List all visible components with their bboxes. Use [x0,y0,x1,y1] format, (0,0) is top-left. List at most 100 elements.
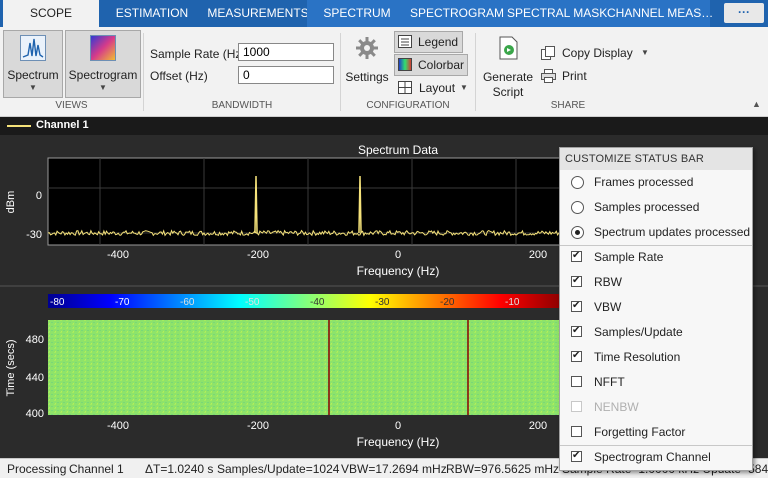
spectrogram-icon [90,35,116,61]
checkbox-label: NFFT [594,375,625,389]
spectrogram-view-button[interactable]: Spectrogram ▼ [65,30,141,98]
customize-status-bar-menu: CUSTOMIZE STATUS BAR Frames processed Sa… [559,147,753,471]
settings-button[interactable]: Settings [343,30,391,96]
colorbar-tick-label: -60 [180,297,195,308]
tab-spectral-mask[interactable]: SPECTRAL MASK [507,0,607,27]
tab-spectrum[interactable]: SPECTRUM [307,0,407,27]
views-group-label: VIEWS [55,100,88,111]
bandwidth-group-label: BANDWIDTH [211,100,273,111]
generate-script-button[interactable]: Generate Script [480,30,536,99]
checkbox[interactable] [571,319,582,343]
sample-rate-input[interactable] [238,43,334,61]
status-state: Processing [7,462,67,476]
radio-button[interactable] [571,201,584,214]
radio-label: Frames processed [594,175,694,189]
checkbox[interactable] [571,269,582,293]
sample-rate-label: Sample Rate (Hz) [150,47,246,61]
colorbar-tick-label: -10 [505,297,520,308]
legend-icon [398,35,412,48]
colorbar-tick-label: -70 [115,297,130,308]
radio-label: Spectrum updates processed [594,225,751,239]
checkbox[interactable] [571,344,582,368]
colorbar-tick-label: -40 [310,297,325,308]
popup-title: CUSTOMIZE STATUS BAR [560,148,752,170]
chevron-down-icon: ▼ [641,48,649,57]
radio-button[interactable] [571,226,584,239]
checkbox[interactable] [571,294,582,318]
radio-samples-processed[interactable]: Samples processed [560,195,752,220]
channel-legend-label[interactable]: Channel 1 [36,119,89,131]
checkbox-label: Spectrogram Channel [594,450,711,464]
check-sample-rate[interactable]: Sample Rate [560,244,752,270]
toolstrip-ribbon: Spectrum ▼ Spectrogram ▼ VIEWS Sample Ra… [0,27,768,117]
generate-script-icon [499,36,518,60]
spectrum-ytick: -30 [26,229,42,241]
spectrum-xtick: 200 [529,249,547,261]
radio-frames-processed[interactable]: Frames processed [560,170,752,195]
spectrum-xtick: -400 [107,249,129,261]
toolstrip-tabs: SCOPE ESTIMATION MEASUREMENTS SPECTRUM S… [0,0,768,27]
tab-measurements[interactable]: MEASUREMENTS [203,0,313,27]
check-samples-update[interactable]: Samples/Update [560,319,752,345]
checkbox[interactable] [571,376,582,387]
chevron-down-icon: ▼ [460,83,468,92]
checkbox-label: Forgetting Factor [594,425,686,439]
checkbox-label: Samples/Update [594,325,683,339]
checkbox [571,401,582,412]
check-nfft[interactable]: NFFT [560,370,752,395]
checkbox-label: NENBW [594,400,639,414]
check-time-resolution[interactable]: Time Resolution [560,344,752,370]
checkbox-label: VBW [594,300,622,314]
check-forgetting-factor[interactable]: Forgetting Factor [560,420,752,445]
status-samples-update: Samples/Update=1024 [217,462,340,476]
settings-label: Settings [345,70,389,84]
colorbar-tick-label: -20 [440,297,455,308]
checkbox[interactable] [571,244,582,268]
copy-display-button[interactable]: Copy Display ▼ [540,43,655,63]
checkbox[interactable] [571,426,582,437]
radio-label: Samples processed [594,200,700,214]
offset-input[interactable] [238,66,334,84]
check-vbw[interactable]: VBW [560,294,752,320]
print-label: Print [562,69,587,83]
colorbar-label: Colorbar [418,58,465,72]
tab-channel-measurements[interactable]: CHANNEL MEAS… [607,0,713,27]
legend-label: Legend [418,35,459,49]
radio-spectrum-updates-processed[interactable]: Spectrum updates processed [560,220,752,245]
spectrogram-ytick: 400 [26,408,44,420]
layout-label: Layout [419,81,456,95]
share-group-label: SHARE [550,100,586,111]
printer-icon [541,69,556,83]
colorbar-button[interactable]: Colorbar [394,54,468,76]
colorbar-tick-label: -80 [50,297,65,308]
spectrogram-ytick: 480 [26,334,44,346]
spectrogram-xtick: 200 [529,420,547,432]
legend-button[interactable]: Legend [394,31,463,53]
offset-label: Offset (Hz) [150,69,208,83]
radio-button[interactable] [571,176,584,189]
spectrogram-ytick: 440 [26,372,44,384]
layout-button[interactable]: Layout ▼ [395,78,471,98]
colorbar-tick-label: -30 [375,297,390,308]
spectrogram-ylabel: Time (secs) [5,339,17,396]
check-spectrogram-channel[interactable]: Spectrogram Channel [560,444,752,470]
tab-spectrogram[interactable]: SPECTROGRAM [407,0,507,27]
spectrum-xtick: -200 [247,249,269,261]
check-rbw[interactable]: RBW [560,269,752,295]
more-tabs-button[interactable]: ··· [724,3,764,23]
print-button[interactable]: Print [540,66,600,86]
tab-estimation[interactable]: ESTIMATION [103,0,201,27]
spectrum-view-button[interactable]: Spectrum ▼ [3,30,63,98]
copy-display-label: Copy Display [562,46,633,60]
chevron-down-icon: ▼ [99,83,107,92]
spectrogram-xlabel: Frequency (Hz) [357,435,440,449]
tab-scope[interactable]: SCOPE [3,0,99,27]
checkbox[interactable] [571,444,582,468]
collapse-ribbon-icon[interactable]: ▲ [752,99,761,109]
channel-legend-bar: Channel 1 [0,117,768,135]
channel-color-swatch [7,125,31,127]
spectrogram-xtick: -200 [247,420,269,432]
spectrogram-xtick: 0 [395,420,401,432]
status-channel: Channel 1 [69,462,124,476]
spectrum-icon [20,35,46,61]
